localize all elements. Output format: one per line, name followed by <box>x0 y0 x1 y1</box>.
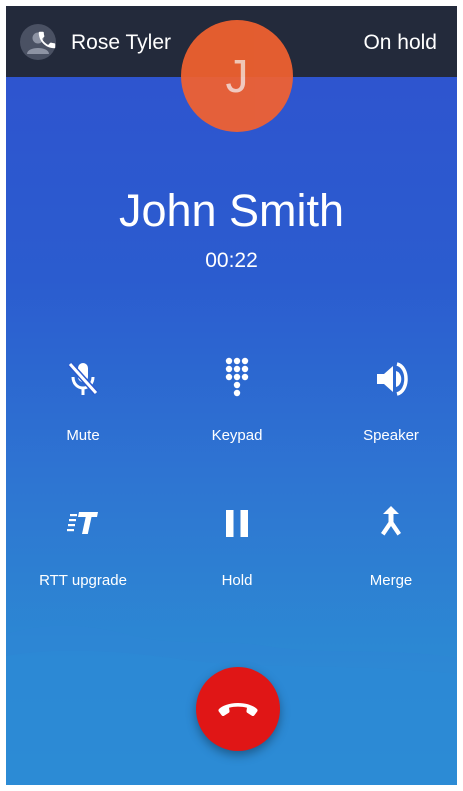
dialpad-icon <box>213 355 261 403</box>
in-call-screen: Rose Tyler On hold J John Smith 00:22 Mu… <box>6 6 457 785</box>
merge-label: Merge <box>369 572 413 589</box>
hold-label: Hold <box>221 572 253 589</box>
mute-label: Mute <box>66 427 100 444</box>
contact-avatar: J <box>181 20 293 132</box>
hold-caller-name: Rose Tyler <box>71 31 171 54</box>
speaker-label: Speaker <box>363 427 419 444</box>
phone-icon <box>38 31 56 49</box>
mic-off-icon <box>59 355 107 403</box>
end-call-icon <box>218 703 258 716</box>
keypad-button[interactable]: Keypad <box>162 355 312 465</box>
hold-button[interactable]: Hold <box>162 500 312 610</box>
rtt-icon <box>59 500 107 548</box>
call-timer: 00:22 <box>205 249 258 272</box>
speaker-icon <box>367 355 415 403</box>
rtt-upgrade-button[interactable]: RTT upgrade <box>8 500 158 610</box>
speaker-button[interactable]: Speaker <box>316 355 457 465</box>
hold-status-label: On hold <box>363 31 437 54</box>
pause-icon <box>213 500 261 548</box>
mute-button[interactable]: Mute <box>8 355 158 465</box>
merge-button[interactable]: Merge <box>316 500 457 610</box>
caller-name: John Smith <box>118 185 345 236</box>
end-call-button[interactable] <box>196 667 280 751</box>
rtt-upgrade-label: RTT upgrade <box>39 572 127 589</box>
keypad-label: Keypad <box>211 427 263 444</box>
merge-icon <box>367 500 415 548</box>
